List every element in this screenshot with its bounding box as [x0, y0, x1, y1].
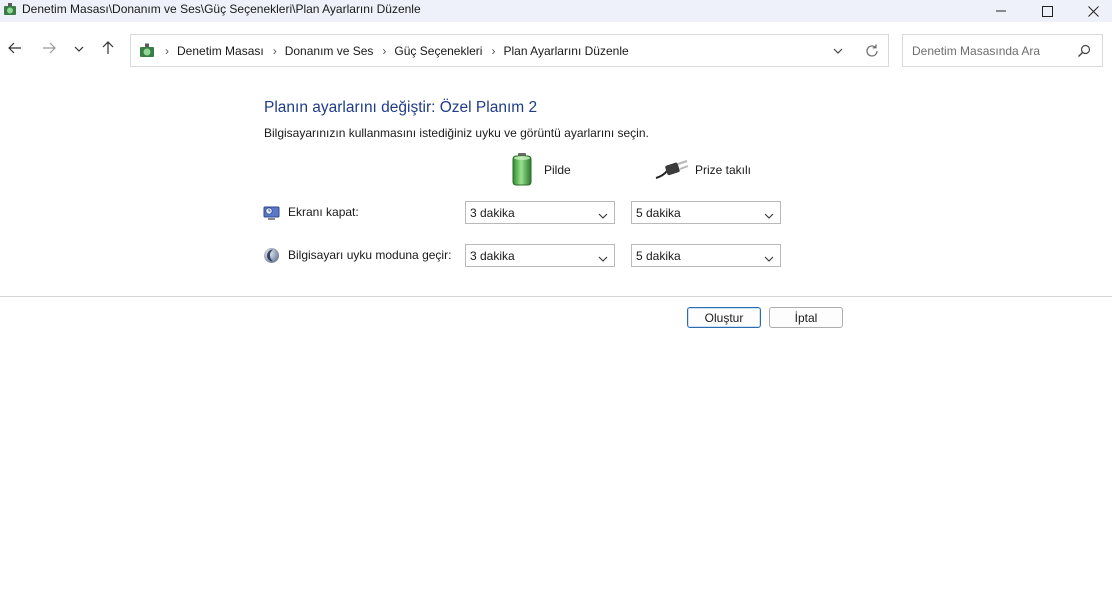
monitor-clock-icon: [263, 204, 280, 221]
maximize-button[interactable]: [1024, 0, 1070, 22]
search-input[interactable]: Denetim Masasında Ara: [912, 44, 1040, 58]
sleep-battery-select[interactable]: 3 dakika: [465, 244, 615, 267]
breadcrumb-item[interactable]: Plan Ayarlarını Düzenle: [503, 44, 628, 58]
chevron-down-icon: [764, 209, 774, 219]
select-value: 5 dakika: [636, 248, 681, 263]
divider: [0, 296, 1112, 297]
recent-locations-button[interactable]: [69, 39, 89, 59]
refresh-icon[interactable]: [864, 43, 880, 59]
sleep-plugged-select[interactable]: 5 dakika: [631, 244, 781, 267]
close-button[interactable]: [1070, 0, 1112, 22]
breadcrumb-item[interactable]: Donanım ve Ses: [285, 44, 374, 58]
select-value: 3 dakika: [470, 248, 515, 263]
moon-icon: [263, 247, 280, 264]
arrow-right-icon: [42, 41, 56, 58]
breadcrumb-item[interactable]: Güç Seçenekleri: [394, 44, 482, 58]
column-label-plugged: Prize takılı: [695, 163, 752, 177]
minimize-button[interactable]: [978, 0, 1024, 22]
breadcrumb-separator[interactable]: ›: [382, 44, 386, 58]
arrow-up-icon: [101, 40, 115, 58]
search-box[interactable]: Denetim Masasında Ara: [902, 34, 1103, 67]
title-bar: Denetim Masası\Donanım ve Ses\Güç Seçene…: [0, 0, 1112, 22]
page-title: Planın ayarlarını değiştir: Özel Planım …: [264, 99, 538, 116]
setting-row-sleep: Bilgisayarı uyku moduna geçir:: [263, 246, 451, 264]
select-value: 5 dakika: [636, 205, 681, 220]
power-plug-icon: [655, 158, 689, 183]
chevron-down-icon: [598, 209, 608, 219]
up-button[interactable]: [98, 39, 118, 59]
display-off-plugged-select[interactable]: 5 dakika: [631, 201, 781, 224]
forward-button[interactable]: [39, 39, 59, 59]
breadcrumb: › Denetim Masası › Donanım ve Ses › Güç …: [161, 35, 629, 66]
setting-label-display: Ekranı kapat:: [288, 205, 359, 219]
arrow-left-icon: [8, 41, 22, 58]
breadcrumb-separator[interactable]: ›: [491, 44, 495, 58]
chevron-down-icon: [74, 42, 84, 56]
setting-label-sleep: Bilgisayarı uyku moduna geçir:: [288, 248, 452, 262]
address-bar[interactable]: › Denetim Masası › Donanım ve Ses › Güç …: [130, 34, 889, 67]
breadcrumb-item[interactable]: Denetim Masası: [177, 44, 264, 58]
page-subtitle: Bilgisayarınızın kullanmasını istediğini…: [264, 126, 649, 140]
chevron-down-icon[interactable]: [831, 44, 845, 58]
select-value: 3 dakika: [470, 205, 515, 220]
column-header-plugged: Prize takılı: [655, 153, 751, 187]
search-icon: [1077, 44, 1091, 58]
column-label-battery: Pilde: [544, 163, 571, 177]
cancel-button[interactable]: İptal: [769, 307, 843, 328]
column-header-battery: Pilde: [510, 152, 571, 189]
chevron-down-icon: [764, 252, 774, 262]
control-panel-icon: [138, 42, 156, 60]
navigation-bar: › Denetim Masası › Donanım ve Ses › Güç …: [0, 22, 1112, 78]
breadcrumb-separator[interactable]: ›: [273, 44, 277, 58]
setting-row-display: Ekranı kapat:: [263, 203, 359, 221]
back-button[interactable]: [5, 39, 25, 59]
chevron-down-icon: [598, 252, 608, 262]
battery-icon: [510, 152, 534, 189]
create-button[interactable]: Oluştur: [687, 307, 761, 328]
display-off-battery-select[interactable]: 3 dakika: [465, 201, 615, 224]
breadcrumb-separator: ›: [165, 43, 169, 58]
control-panel-icon: [2, 2, 18, 18]
window-title: Denetim Masası\Donanım ve Ses\Güç Seçene…: [22, 2, 421, 16]
